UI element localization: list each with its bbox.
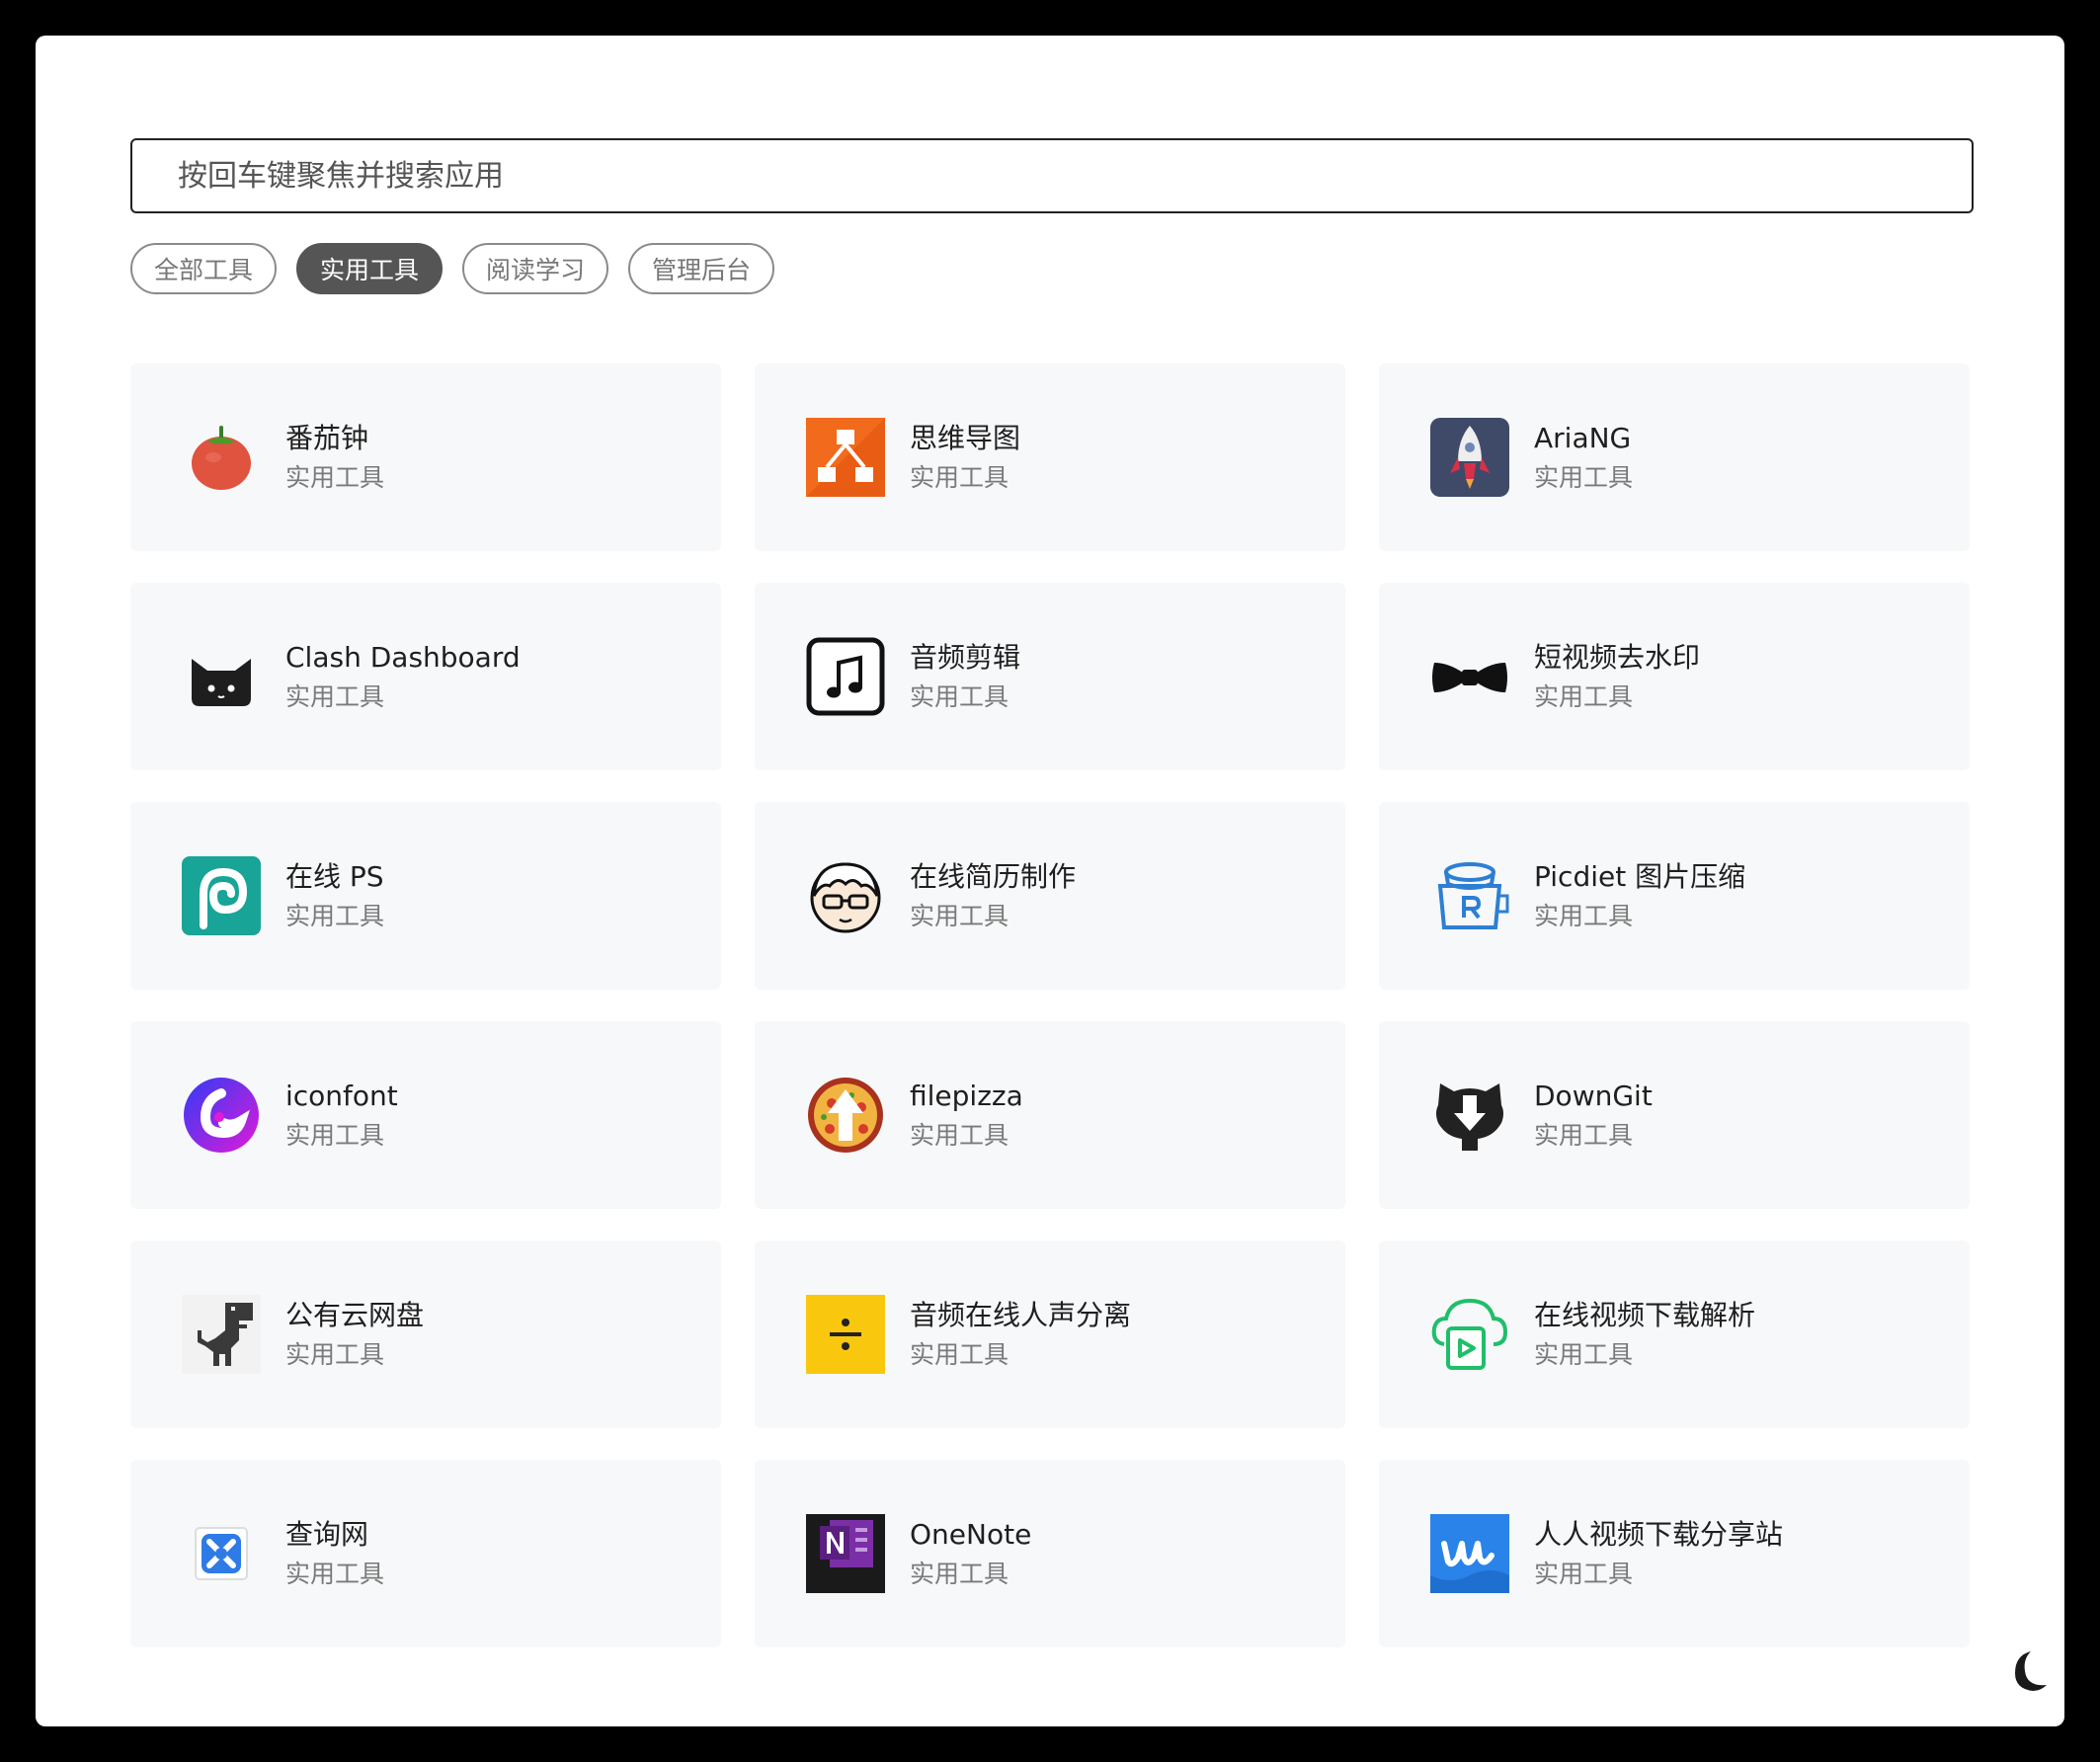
- bucket-icon: [1430, 856, 1509, 935]
- app-category: 实用工具: [1534, 1121, 1634, 1150]
- app-category: 实用工具: [1534, 682, 1634, 711]
- app-name: 公有云网盘: [285, 1299, 425, 1331]
- app-grid: 番茄钟 实用工具 思维导图 实用工具 AriaNG 实用工具 Clash Das…: [130, 363, 1974, 1647]
- main-content: 全部工具 实用工具 阅读学习 管理后台 番茄钟 实用工具: [130, 138, 1974, 1647]
- mindmap-icon: [806, 418, 885, 497]
- app-card-query-site[interactable]: 查询网 实用工具: [130, 1460, 721, 1647]
- app-name: filepizza: [910, 1080, 1023, 1112]
- app-name: AriaNG: [1534, 422, 1632, 454]
- tools-icon: [182, 1514, 261, 1593]
- app-card-picdiet[interactable]: Picdiet 图片压缩 实用工具: [1379, 802, 1970, 990]
- divide-icon: [806, 1295, 885, 1374]
- app-category: 实用工具: [285, 1340, 385, 1369]
- app-card-ariang[interactable]: AriaNG 实用工具: [1379, 363, 1970, 551]
- app-card-filepizza[interactable]: filepizza 实用工具: [755, 1021, 1345, 1209]
- dinosaur-icon: [182, 1295, 261, 1374]
- app-category: 实用工具: [910, 902, 1010, 930]
- tomato-icon: [182, 418, 261, 497]
- app-category: 实用工具: [1534, 1340, 1634, 1369]
- downgit-icon: [1430, 1076, 1509, 1155]
- app-category: 实用工具: [285, 902, 385, 930]
- cloud-video-icon: [1430, 1295, 1509, 1374]
- photopea-icon: [182, 856, 261, 935]
- app-card-onenote[interactable]: OneNote 实用工具: [755, 1460, 1345, 1647]
- app-category: 实用工具: [285, 682, 385, 711]
- pizza-icon: [806, 1076, 885, 1155]
- app-category: 实用工具: [285, 463, 385, 492]
- app-category: 实用工具: [910, 463, 1010, 492]
- app-name: 在线视频下载解析: [1534, 1299, 1756, 1331]
- app-card-iconfont[interactable]: iconfont 实用工具: [130, 1021, 721, 1209]
- app-category: 实用工具: [1534, 463, 1634, 492]
- bowtie-icon: [1430, 637, 1509, 716]
- app-card-watermark-remover[interactable]: 短视频去水印 实用工具: [1379, 583, 1970, 770]
- app-category: 实用工具: [910, 1121, 1010, 1150]
- tab-all-tools[interactable]: 全部工具: [130, 243, 278, 294]
- app-card-downgit[interactable]: DownGit 实用工具: [1379, 1021, 1970, 1209]
- app-name: 思维导图: [910, 422, 1021, 454]
- app-name: iconfont: [285, 1080, 398, 1112]
- iconfont-icon: [182, 1076, 261, 1155]
- app-name: 人人视频下载分享站: [1534, 1518, 1784, 1551]
- app-name: 短视频去水印: [1534, 641, 1701, 674]
- app-name: 在线 PS: [285, 860, 384, 893]
- app-card-renren-video[interactable]: 人人视频下载分享站 实用工具: [1379, 1460, 1970, 1647]
- face-glasses-icon: [806, 856, 885, 935]
- search-box[interactable]: [130, 138, 1974, 213]
- app-card-video-downloader[interactable]: 在线视频下载解析 实用工具: [1379, 1241, 1970, 1428]
- search-input[interactable]: [176, 157, 1972, 195]
- app-name: 在线简历制作: [910, 860, 1077, 893]
- wave-icon: [1430, 1514, 1509, 1593]
- music-note-icon: [806, 637, 885, 716]
- category-tabs: 全部工具 实用工具 阅读学习 管理后台: [130, 243, 1974, 294]
- app-name: Clash Dashboard: [285, 641, 521, 674]
- app-card-vocal-separation[interactable]: 音频在线人声分离 实用工具: [755, 1241, 1345, 1428]
- app-name: DownGit: [1534, 1080, 1653, 1112]
- moon-icon: [2015, 1651, 2047, 1691]
- app-category: 实用工具: [1534, 902, 1634, 930]
- app-name: Picdiet 图片压缩: [1534, 860, 1746, 893]
- tab-admin[interactable]: 管理后台: [628, 243, 775, 294]
- rocket-icon: [1430, 418, 1509, 497]
- app-name: 番茄钟: [285, 422, 369, 454]
- app-category: 实用工具: [910, 1340, 1010, 1369]
- app-card-pomodoro[interactable]: 番茄钟 实用工具: [130, 363, 721, 551]
- app-category: 实用工具: [285, 1560, 385, 1588]
- tab-utility-tools[interactable]: 实用工具: [296, 243, 444, 294]
- theme-toggle-button[interactable]: [2001, 1647, 2049, 1695]
- app-window: 全部工具 实用工具 阅读学习 管理后台 番茄钟 实用工具: [36, 36, 2064, 1726]
- app-card-audio-editor[interactable]: 音频剪辑 实用工具: [755, 583, 1345, 770]
- app-category: 实用工具: [1534, 1560, 1634, 1588]
- app-card-mindmap[interactable]: 思维导图 实用工具: [755, 363, 1345, 551]
- cat-icon: [182, 637, 261, 716]
- app-name: 查询网: [285, 1518, 369, 1551]
- app-category: 实用工具: [910, 682, 1010, 711]
- app-card-public-cloud-disk[interactable]: 公有云网盘 实用工具: [130, 1241, 721, 1428]
- app-name: 音频剪辑: [910, 641, 1021, 674]
- app-name: OneNote: [910, 1518, 1032, 1551]
- app-card-clash-dashboard[interactable]: Clash Dashboard 实用工具: [130, 583, 721, 770]
- app-card-resume-maker[interactable]: 在线简历制作 实用工具: [755, 802, 1345, 990]
- onenote-icon: [806, 1514, 885, 1593]
- app-category: 实用工具: [910, 1560, 1010, 1588]
- app-category: 实用工具: [285, 1121, 385, 1150]
- app-name: 音频在线人声分离: [910, 1299, 1132, 1331]
- app-card-online-ps[interactable]: 在线 PS 实用工具: [130, 802, 721, 990]
- tab-reading-learning[interactable]: 阅读学习: [462, 243, 609, 294]
